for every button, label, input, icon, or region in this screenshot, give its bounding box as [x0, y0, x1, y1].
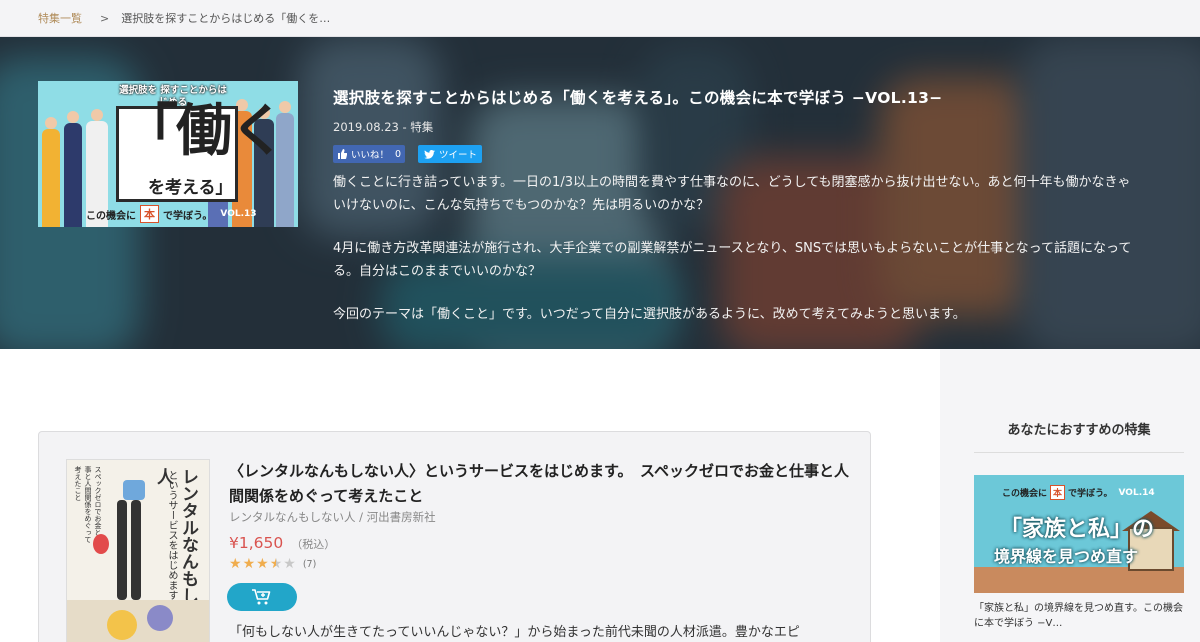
book-cover[interactable]: レンタルなんもしない人 というサービスをはじめます。 スペックゼロでお金と仕事と…: [66, 459, 210, 642]
tax-note: （税込）: [291, 538, 336, 551]
description-paragraph: 4月に働き方改革関連法が施行され、大手企業での副業解禁がニュースとなり、SNSで…: [333, 241, 1132, 279]
tweet-label: ツイート: [439, 150, 478, 161]
book-card: レンタルなんもしない人 というサービスをはじめます。 スペックゼロでお金と仕事と…: [38, 431, 871, 642]
description-paragraph: 今回のテーマは「働くこと」です。いつだって自分に選択肢があるように、改めて考えて…: [333, 307, 966, 322]
feature-thumbnail[interactable]: 選択肢を 探すことからはじめる 「働く を考える」 この機会に 本 で学ぼう。 …: [38, 81, 298, 227]
recommended-feature-thumbnail[interactable]: この機会に 本 で学ぼう。 VOL.14 「家族と私」の 境界線を見つめ直す: [974, 475, 1184, 593]
twitter-bird-icon: [424, 149, 435, 159]
facebook-like-button[interactable]: いいね！ 0: [333, 145, 405, 163]
breadcrumb-link-features[interactable]: 特集一覧: [38, 10, 82, 26]
description-paragraph: 働くことに行き詰っています。一日の1/3以上の時間を費やす仕事なのに、どうしても…: [333, 175, 1131, 213]
tweet-button[interactable]: ツイート: [418, 145, 482, 163]
star-icon: ★: [229, 556, 242, 572]
add-to-cart-button[interactable]: [227, 583, 297, 611]
book-price: ¥1,650 （税込）: [229, 534, 335, 552]
star-icon: ★: [283, 556, 296, 572]
book-description: 「何もしない人が生きてたっていいんじゃない？」から始まった前代未聞の人材派遣。豊…: [229, 625, 800, 640]
sidebar-heading: あなたにおすすめの特集: [974, 419, 1184, 453]
thumbs-up-icon: [338, 149, 347, 159]
star-icon: ★: [256, 556, 269, 572]
book-author-publisher: レンタルなんもしない人 / 河出書房新社: [229, 510, 436, 524]
breadcrumb-current: 選択肢を探すことからはじめる「働くを…: [121, 12, 331, 25]
feature-meta: 2019.08.23 - 特集: [333, 120, 434, 134]
feature-title: 選択肢を探すことからはじめる「働くを考える」。この機会に本で学ぼう −VOL.1…: [333, 89, 943, 107]
breadcrumb: 特集一覧 > 選択肢を探すことからはじめる「働くを…: [0, 0, 1200, 37]
rating-count: (7): [302, 558, 317, 570]
like-label: いいね！: [351, 150, 390, 161]
book-title[interactable]: 〈レンタルなんもしない人〉というサービスをはじめます。 スペックゼロでお金と仕事…: [229, 459, 849, 509]
feature-description: 働くことに行き詰っています。一日の1/3以上の時間を費やす仕事なのに、どうしても…: [333, 172, 1143, 348]
breadcrumb-separator: >: [100, 11, 110, 25]
rating-stars: ★ ★ ★ ★ ★ (7): [229, 556, 316, 572]
like-count: 0: [395, 148, 402, 160]
recommended-feature-link[interactable]: 「家族と私」の境界線を見つめ直す。この機会に本で学ぼう −V…: [974, 601, 1186, 631]
cart-add-icon: [252, 589, 271, 605]
price-value: ¥1,650: [229, 534, 284, 552]
feature-hero: 選択肢を 探すことからはじめる 「働く を考える」 この機会に 本 で学ぼう。 …: [0, 37, 1200, 349]
star-icon: ★: [242, 556, 256, 572]
sidebar-recommendations: あなたにおすすめの特集 この機会に 本 で学ぼう。 VOL.14 「家族と私」の…: [940, 349, 1200, 642]
star-half-icon: ★: [269, 556, 283, 572]
